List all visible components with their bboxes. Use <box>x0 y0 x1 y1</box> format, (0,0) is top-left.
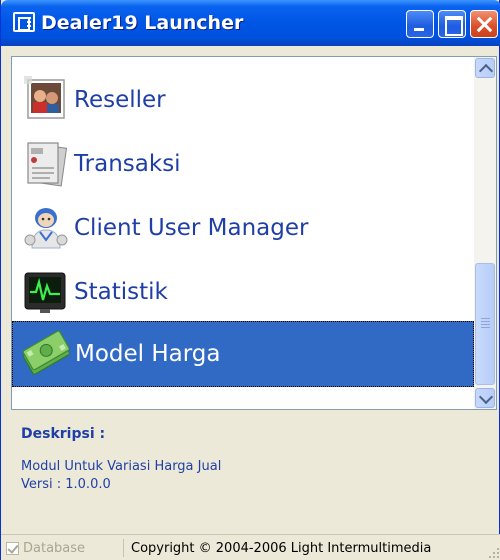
title-bar[interactable]: Dealer19 Launcher <box>1 0 500 46</box>
module-list: Reseller Transaksi Client User Manager S… <box>11 56 497 410</box>
copyright-text: Copyright © 2004-2006 Light Intermultime… <box>131 541 432 556</box>
version-line: Versi : 1.0.0.0 <box>21 477 111 492</box>
window-title: Dealer19 Launcher <box>41 12 244 34</box>
list-item-label: Model Harga <box>75 341 221 367</box>
close-button[interactable] <box>470 10 498 38</box>
scroll-up-button[interactable] <box>475 58 495 78</box>
list-item-label: Reseller <box>74 87 166 113</box>
scroll-thumb[interactable] <box>475 263 495 385</box>
client-user-icon <box>22 204 68 252</box>
launcher-window: Dealer19 Launcher Reseller Transaksi Cli… <box>0 0 500 560</box>
description-body: Modul Untuk Variasi Harga Jual Versi : 1… <box>21 458 221 494</box>
minimize-button[interactable] <box>406 10 434 38</box>
list-item-label: Statistik <box>74 279 168 305</box>
scroll-down-button[interactable] <box>475 388 495 408</box>
list-item-statistik[interactable]: Statistik <box>12 259 474 325</box>
status-bar: Database Copyright © 2004-2006 Light Int… <box>1 534 500 560</box>
list-item-label: Transaksi <box>74 151 181 177</box>
list-item-reseller[interactable]: Reseller <box>12 67 474 133</box>
resize-grip-icon[interactable] <box>487 546 499 558</box>
description-title: Deskripsi : <box>21 426 106 442</box>
status-separator <box>123 539 124 557</box>
list-item-label: Client User Manager <box>74 215 309 241</box>
database-checkbox[interactable] <box>6 542 19 555</box>
transaksi-document-icon <box>22 140 68 188</box>
statistik-monitor-icon <box>22 268 68 316</box>
money-icon <box>22 330 71 378</box>
list-item-model-harga[interactable]: Model Harga <box>12 321 474 387</box>
list-item-transaksi[interactable]: Transaksi <box>12 131 474 197</box>
reseller-photo-icon <box>22 76 68 124</box>
database-label: Database <box>23 541 86 556</box>
description-line: Modul Untuk Variasi Harga Jual <box>21 459 222 474</box>
vertical-scrollbar[interactable] <box>474 57 496 409</box>
list-item-client-user-manager[interactable]: Client User Manager <box>12 195 474 261</box>
maximize-button[interactable] <box>438 10 466 38</box>
app-icon[interactable] <box>13 12 35 32</box>
